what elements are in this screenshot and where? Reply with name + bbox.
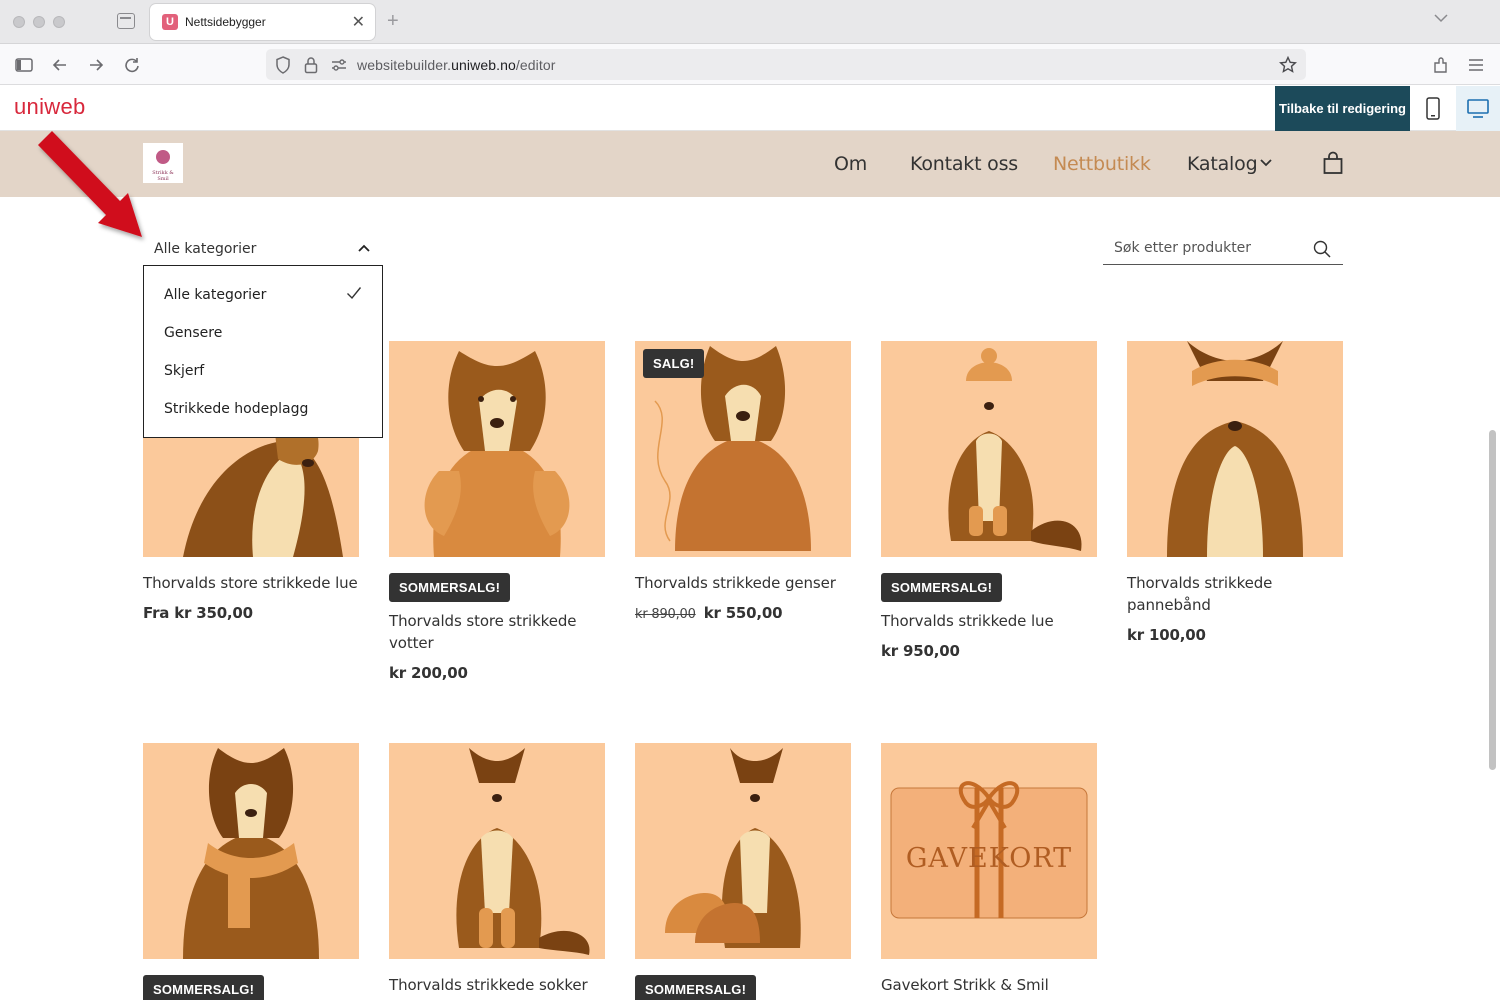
product-price: Fra kr 350,00 — [143, 604, 253, 622]
gift-card-text: GAVEKORT — [905, 843, 1073, 874]
product-price: kr 950,00 — [881, 642, 960, 660]
lock-icon[interactable] — [304, 56, 318, 74]
bookmark-star-icon[interactable] — [1279, 56, 1297, 74]
katalog-chevron-down-icon[interactable] — [1259, 158, 1273, 168]
product-image[interactable] — [635, 743, 851, 959]
minimize-window-button[interactable] — [33, 16, 45, 28]
product-name[interactable]: Thorvalds strikkede pannebånd — [1127, 572, 1343, 616]
shopping-bag-icon[interactable] — [1322, 151, 1344, 175]
mobile-phone-icon — [1426, 97, 1440, 120]
product-search-input[interactable] — [1103, 233, 1303, 263]
product-image[interactable] — [143, 743, 359, 959]
page-scrollbar[interactable] — [1489, 430, 1496, 770]
sidebar-toggle-icon[interactable] — [14, 54, 36, 76]
category-select[interactable]: Alle kategorier — [143, 233, 383, 265]
site-permissions-icon[interactable] — [330, 56, 348, 74]
sale-badge: SOMMERSALG! — [143, 975, 265, 1000]
sale-badge: SOMMERSALG! — [635, 975, 757, 1000]
forward-arrow-icon[interactable] — [85, 54, 107, 76]
sale-badge: SOMMERSALG! — [389, 573, 511, 602]
product-image[interactable] — [1127, 341, 1343, 557]
tab-title: Nettsidebygger — [185, 15, 266, 29]
site-header: Strikk & Smil Om Kontakt oss Nettbutikk … — [0, 131, 1500, 197]
extensions-icon[interactable] — [1430, 54, 1452, 76]
url-text[interactable]: websitebuilder.uniweb.no/editor — [357, 57, 555, 73]
product-name[interactable]: Thorvalds store strikkede votter — [389, 610, 605, 654]
mobile-preview-button[interactable] — [1411, 86, 1455, 131]
checkmark-icon — [347, 287, 362, 300]
dog-with-scarf-illustration — [183, 748, 319, 959]
dog-with-headband-illustration — [1167, 341, 1303, 557]
product-image[interactable]: GAVEKORT — [881, 743, 1097, 959]
menu-item-katalog[interactable]: Katalog — [1187, 153, 1258, 175]
product-name[interactable]: Thorvalds strikkede genser — [635, 572, 851, 594]
tab-list-chevron-icon[interactable] — [1434, 13, 1448, 23]
product-name[interactable]: Thorvalds strikkede lue — [881, 610, 1097, 632]
back-to-editing-button[interactable]: Tilbake til redigering — [1275, 86, 1410, 131]
menu-item-kontakt-oss[interactable]: Kontakt oss — [910, 153, 1018, 175]
product-name[interactable]: Thorvalds strikkede sokker — [389, 974, 605, 996]
category-option-hodeplagg[interactable]: Strikkede hodeplagg — [164, 401, 308, 417]
browser-tab[interactable]: U Nettsidebygger ✕ — [150, 4, 375, 40]
dog-in-socks-illustration — [456, 748, 590, 955]
dog-with-slippers-illustration — [665, 748, 801, 948]
zoom-window-button[interactable] — [53, 16, 65, 28]
close-window-button[interactable] — [13, 16, 25, 28]
tab-overview-icon[interactable] — [117, 13, 135, 29]
editor-toolbar: uniweb Tilbake til redigering — [0, 85, 1500, 131]
category-option-gensere[interactable]: Gensere — [164, 325, 222, 341]
browser-tab-bar: U Nettsidebygger ✕ + — [0, 0, 1500, 44]
product-image[interactable] — [881, 341, 1097, 557]
product-price: kr 200,00 — [389, 664, 468, 682]
red-arrow-annotation-icon — [38, 131, 142, 237]
sale-badge: SOMMERSALG! — [881, 573, 1003, 602]
address-bar[interactable]: websitebuilder.uniweb.no/editor — [266, 49, 1306, 80]
reload-icon[interactable] — [121, 54, 143, 76]
product-name[interactable]: Gavekort Strikk & Smil — [881, 974, 1097, 996]
browser-toolbar: websitebuilder.uniweb.no/editor — [0, 44, 1500, 85]
menu-item-om[interactable]: Om — [834, 153, 867, 175]
product-search — [1103, 233, 1343, 265]
search-icon[interactable] — [1313, 240, 1331, 258]
product-image[interactable] — [389, 341, 605, 557]
uniweb-favicon-icon: U — [162, 14, 178, 30]
category-select-value: Alle kategorier — [154, 241, 257, 257]
chevron-up-icon — [358, 244, 370, 252]
dog-in-beanie-illustration — [948, 348, 1082, 551]
close-tab-icon[interactable]: ✕ — [352, 12, 365, 32]
sale-badge: SALG! — [643, 349, 705, 378]
category-option-skjerf[interactable]: Skjerf — [164, 363, 204, 379]
product-image[interactable]: SALG! — [635, 341, 851, 557]
back-arrow-icon[interactable] — [49, 54, 71, 76]
new-tab-icon[interactable]: + — [387, 10, 399, 33]
product-image[interactable] — [389, 743, 605, 959]
menu-hamburger-icon[interactable] — [1465, 54, 1487, 76]
desktop-monitor-icon — [1467, 99, 1489, 118]
product-name[interactable]: Thorvalds store strikkede lue — [143, 572, 359, 594]
category-dropdown: Alle kategorier Gensere Skjerf Strikkede… — [143, 265, 383, 438]
uniweb-logo: uniweb — [14, 94, 86, 119]
dog-in-sweater-illustration — [424, 351, 570, 557]
menu-item-nettbutikk[interactable]: Nettbutikk — [1053, 153, 1151, 175]
product-price: kr 890,00 kr 550,00 — [635, 604, 783, 622]
desktop-preview-button[interactable] — [1456, 86, 1500, 131]
product-price: kr 100,00 — [1127, 626, 1206, 644]
category-option-alle[interactable]: Alle kategorier — [164, 287, 266, 303]
shield-icon[interactable] — [275, 56, 291, 74]
old-price: kr 890,00 — [635, 607, 696, 622]
